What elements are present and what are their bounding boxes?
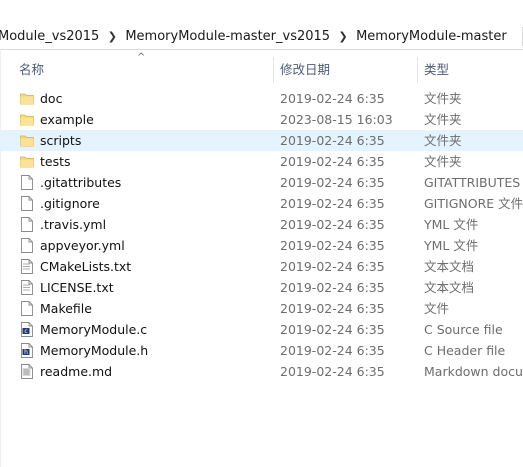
file-name: .gitignore [40,196,100,211]
file-date: 2019-02-24 6:35 [280,133,385,148]
file-type: 文件夹 [424,112,462,127]
file-type: 文件 [424,301,450,316]
file-type: Markdown docu... [424,364,523,379]
file-type: YML 文件 [424,238,479,253]
file-row[interactable]: .gitignore 2019-02-24 6:35 GITIGNORE 文件 [0,193,523,214]
column-header-row: ^ 名称 修改日期 类型 [0,52,523,85]
file-type: C Header file [424,343,506,358]
file-type: YML 文件 [424,217,479,232]
breadcrumb-segment-1[interactable]: Module_vs2015 [0,29,103,44]
file-row[interactable]: appveyor.yml 2019-02-24 6:35 YML 文件 [0,235,523,256]
file-type: 文件夹 [424,133,462,148]
file-name: MemoryModule.h [40,343,149,358]
file-icon [20,196,34,211]
svg-text:c: c [24,328,27,335]
file-date: 2019-02-24 6:35 [280,175,385,190]
file-date: 2019-02-24 6:35 [280,259,385,274]
file-type: C Source file [424,322,503,337]
file-name: .travis.yml [40,217,107,232]
h-header-icon: h [20,343,34,358]
file-type: 文本文档 [424,280,475,295]
column-header-type[interactable]: 类型 [424,55,449,85]
file-row[interactable]: readme.md 2019-02-24 6:35 Markdown docu... [0,361,523,382]
file-name: CMakeLists.txt [40,259,132,274]
column-header-date[interactable]: 修改日期 [280,55,330,85]
folder-icon [20,91,34,106]
markdown-file-icon [20,364,34,379]
file-name: tests [40,154,71,169]
file-row[interactable]: doc 2019-02-24 6:35 文件夹 [0,88,523,109]
file-date: 2019-02-24 6:35 [280,91,385,106]
file-icon [20,175,34,190]
text-file-icon [20,280,34,295]
file-name: Makefile [40,301,92,316]
sort-ascending-icon: ^ [137,52,146,63]
file-row[interactable]: tests 2019-02-24 6:35 文件夹 [0,151,523,172]
breadcrumb-separator-1[interactable]: ❯ [103,30,121,43]
file-row[interactable]: Makefile 2019-02-24 6:35 文件 [0,298,523,319]
text-file-icon [20,259,34,274]
breadcrumb-segment-2[interactable]: MemoryModule-master_vs2015 [121,29,334,44]
file-row[interactable]: CMakeLists.txt 2019-02-24 6:35 文本文档 [0,256,523,277]
file-date: 2019-02-24 6:35 [280,343,385,358]
file-row[interactable]: LICENSE.txt 2019-02-24 6:35 文本文档 [0,277,523,298]
file-name: MemoryModule.c [40,322,148,337]
file-name: scripts [40,133,82,148]
file-name: LICENSE.txt [40,280,114,295]
file-row[interactable]: c MemoryModule.c 2019-02-24 6:35 C Source f… [0,319,523,340]
folder-icon [20,112,34,127]
file-date: 2019-02-24 6:35 [280,322,385,337]
svg-text:h: h [24,349,28,356]
file-date: 2019-02-24 6:35 [280,280,385,295]
address-bar[interactable]: Module_vs2015 ❯ MemoryModule-master_vs20… [0,24,523,50]
folder-icon [20,154,34,169]
file-type: 文件夹 [424,91,462,106]
file-date: 2019-02-24 6:35 [280,364,385,379]
breadcrumb-separator-2[interactable]: ❯ [334,30,352,43]
file-row[interactable]: example 2023-08-15 16:03 文件夹 [0,109,523,130]
file-type: GITIGNORE 文件 [424,196,523,211]
file-date: 2019-02-24 6:35 [280,217,385,232]
file-list: doc 2019-02-24 6:35 文件夹 example 2023-08-15 1… [0,88,523,382]
file-icon [20,217,34,232]
column-divider[interactable] [273,57,274,83]
file-date: 2019-02-24 6:35 [280,238,385,253]
file-name: example [40,112,94,127]
file-type: 文件夹 [424,154,462,169]
file-type: 文本文档 [424,259,475,274]
file-type: GITATTRIBUTES ... [424,175,523,190]
c-source-icon: c [20,322,34,337]
file-date: 2019-02-24 6:35 [280,154,385,169]
file-row[interactable]: h MemoryModule.h 2019-02-24 6:35 C Header f… [0,340,523,361]
file-date: 2019-02-24 6:35 [280,196,385,211]
file-row[interactable]: .travis.yml 2019-02-24 6:35 YML 文件 [0,214,523,235]
file-row[interactable]: scripts 2019-02-24 6:35 文件夹 [0,130,523,151]
file-name: .gitattributes [40,175,122,190]
file-name: doc [40,91,63,106]
file-name: readme.md [40,364,113,379]
file-name: appveyor.yml [40,238,125,253]
column-header-name[interactable]: 名称 [19,55,44,85]
column-divider[interactable] [417,57,418,83]
breadcrumb-segment-3[interactable]: MemoryModule-master [352,29,511,44]
folder-icon [20,133,34,148]
file-icon [20,301,34,316]
file-date: 2023-08-15 16:03 [280,112,393,127]
file-icon [20,238,34,253]
file-date: 2019-02-24 6:35 [280,301,385,316]
file-row[interactable]: .gitattributes 2019-02-24 6:35 GITATTRIBUT… [0,172,523,193]
